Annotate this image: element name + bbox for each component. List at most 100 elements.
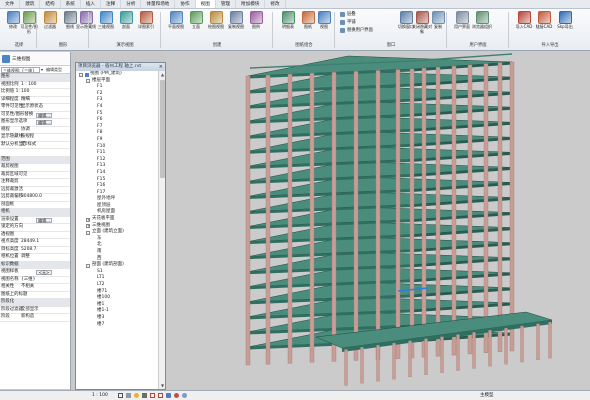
- property-group-header[interactable]: 标识数据: [0, 261, 70, 269]
- property-value[interactable]: 显示原状态: [21, 104, 43, 111]
- tree-item[interactable]: - 视图 (PM_建筑): [76, 71, 158, 78]
- tab-11[interactable]: 附加模块: [236, 0, 266, 8]
- ribbon-button-19[interactable]: 用户界面: [452, 11, 472, 30]
- property-value[interactable]: {三维}: [21, 277, 35, 284]
- tab-1[interactable]: 建筑: [20, 0, 41, 8]
- tree-item[interactable]: F7: [76, 124, 158, 131]
- ribbon-button-18[interactable]: 复制: [428, 11, 448, 30]
- tree-item[interactable]: 北: [76, 242, 158, 249]
- tree-item[interactable]: F9: [76, 137, 158, 144]
- tab-9[interactable]: 视图: [195, 0, 216, 8]
- property-value[interactable]: 100: [21, 89, 29, 96]
- tree-item[interactable]: LT2: [76, 282, 158, 289]
- ribbon-button-20[interactable]: 浏览器组织: [472, 11, 492, 30]
- tab-6[interactable]: 分析: [121, 0, 142, 8]
- property-value[interactable]: 1 : 100: [21, 82, 36, 89]
- expand-icon[interactable]: +: [86, 217, 90, 222]
- collapse-icon[interactable]: -: [86, 79, 90, 84]
- expand-icon[interactable]: +: [86, 224, 90, 229]
- property-value[interactable]: 5208.7: [21, 247, 36, 254]
- type-selector[interactable]: 三维视图: [0, 52, 70, 66]
- property-group-header[interactable]: 范围: [0, 156, 70, 164]
- tree-item[interactable]: F14: [76, 170, 158, 177]
- scroll-up-icon[interactable]: ▲: [160, 72, 165, 77]
- property-value[interactable]: 无: [21, 142, 25, 149]
- tree-item[interactable]: F13: [76, 163, 158, 170]
- tree-item[interactable]: F12: [76, 157, 158, 164]
- building-model[interactable]: [166, 52, 590, 390]
- ribbon-button-21[interactable]: 导入CAD: [514, 11, 534, 30]
- detail-level-icon[interactable]: [118, 393, 123, 398]
- property-value[interactable]: 全部显示: [21, 307, 39, 314]
- ribbon-small-button-1[interactable]: 平铺: [340, 20, 356, 25]
- ribbon-small-button-0[interactable]: 层叠: [340, 12, 356, 17]
- tab-0[interactable]: 文件: [0, 0, 21, 8]
- tree-item[interactable]: F17: [76, 190, 158, 197]
- visual-style-icon[interactable]: [126, 393, 131, 398]
- collapse-icon[interactable]: -: [86, 230, 90, 235]
- tree-item[interactable]: 楼1: [76, 302, 158, 309]
- property-group-header[interactable]: 相机: [0, 209, 70, 217]
- tree-item[interactable]: F5: [76, 111, 158, 118]
- tab-12[interactable]: 修改: [265, 0, 286, 8]
- ribbon-button-22[interactable]: 链接CAD: [534, 11, 554, 30]
- tab-4[interactable]: 插入: [81, 0, 102, 8]
- crop-view-icon[interactable]: [150, 393, 155, 398]
- tree-item[interactable]: - 楼层平面: [76, 78, 158, 85]
- tree-item[interactable]: F2: [76, 91, 158, 98]
- shadows-icon[interactable]: [142, 393, 147, 398]
- tree-item[interactable]: F4: [76, 104, 158, 111]
- temp-hide-icon[interactable]: [174, 393, 179, 398]
- tree-item[interactable]: 楼3: [76, 315, 158, 322]
- ribbon-button-11[interactable]: 复制视图: [226, 11, 246, 30]
- property-value[interactable]: 协调: [21, 127, 30, 134]
- property-value[interactable]: 调整: [21, 254, 30, 261]
- tree-item[interactable]: F15: [76, 177, 158, 184]
- property-value[interactable]: 新构造: [21, 314, 34, 321]
- property-value[interactable]: 不相关: [21, 284, 34, 291]
- 3d-viewport[interactable]: [166, 52, 590, 390]
- tree-item[interactable]: - 立面 (建筑立面): [76, 229, 158, 236]
- tree-item[interactable]: F1: [76, 84, 158, 91]
- reveal-hidden-icon[interactable]: [182, 393, 187, 398]
- tree-item[interactable]: 南: [76, 249, 158, 256]
- tree-item[interactable]: + 天花板平面: [76, 216, 158, 223]
- close-icon[interactable]: ×: [159, 63, 163, 71]
- chevron-down-icon[interactable]: ▾: [41, 67, 43, 72]
- tree-item[interactable]: 楼100: [76, 295, 158, 302]
- tree-item[interactable]: 楼71: [76, 289, 158, 296]
- property-value[interactable]: 按规程: [21, 134, 34, 141]
- ribbon-button-2[interactable]: 过滤器: [40, 11, 60, 30]
- collapse-icon[interactable]: -: [79, 72, 83, 77]
- ribbon-button-7[interactable]: 详图索引: [136, 11, 156, 30]
- ribbon-button-10[interactable]: 绘图视图: [206, 11, 226, 30]
- ribbon-button-8[interactable]: 平面视图: [166, 11, 186, 30]
- ribbon-small-button-2[interactable]: 替换用户界面: [340, 28, 373, 33]
- tab-8[interactable]: 协作: [175, 0, 196, 8]
- tree-item[interactable]: - 剖面 (建筑剖面): [76, 262, 158, 269]
- tab-2[interactable]: 结构: [40, 0, 61, 8]
- property-value[interactable]: 28449.1: [21, 239, 39, 246]
- tree-item[interactable]: 东: [76, 236, 158, 243]
- collapse-icon[interactable]: -: [86, 263, 90, 268]
- tree-item[interactable]: 屋顶层: [76, 203, 158, 210]
- tree-item[interactable]: S1: [76, 269, 158, 276]
- ribbon-button-13[interactable]: 明细表: [278, 11, 298, 30]
- edit-type-button[interactable]: 编辑类型: [46, 67, 62, 73]
- property-edit-button[interactable]: 编辑...: [36, 217, 52, 223]
- tree-item[interactable]: F8: [76, 130, 158, 137]
- tree-item[interactable]: F11: [76, 150, 158, 157]
- sun-path-icon[interactable]: [134, 393, 139, 398]
- tree-item[interactable]: 机房屋面: [76, 209, 158, 216]
- property-value[interactable]: 精细: [21, 97, 30, 104]
- tree-item[interactable]: 楼1-1: [76, 308, 158, 315]
- scroll-down-icon[interactable]: ▼: [160, 383, 165, 388]
- tab-3[interactable]: 系统: [61, 0, 81, 8]
- property-group-header[interactable]: 图形: [0, 74, 70, 82]
- ribbon-button-15[interactable]: 视图: [314, 11, 334, 30]
- property-value[interactable]: 304800.0: [21, 194, 42, 201]
- show-crop-icon[interactable]: [158, 393, 163, 398]
- tree-item[interactable]: 楼7: [76, 322, 158, 329]
- tree-item[interactable]: F6: [76, 117, 158, 124]
- view-scale[interactable]: 1 : 100: [92, 391, 108, 400]
